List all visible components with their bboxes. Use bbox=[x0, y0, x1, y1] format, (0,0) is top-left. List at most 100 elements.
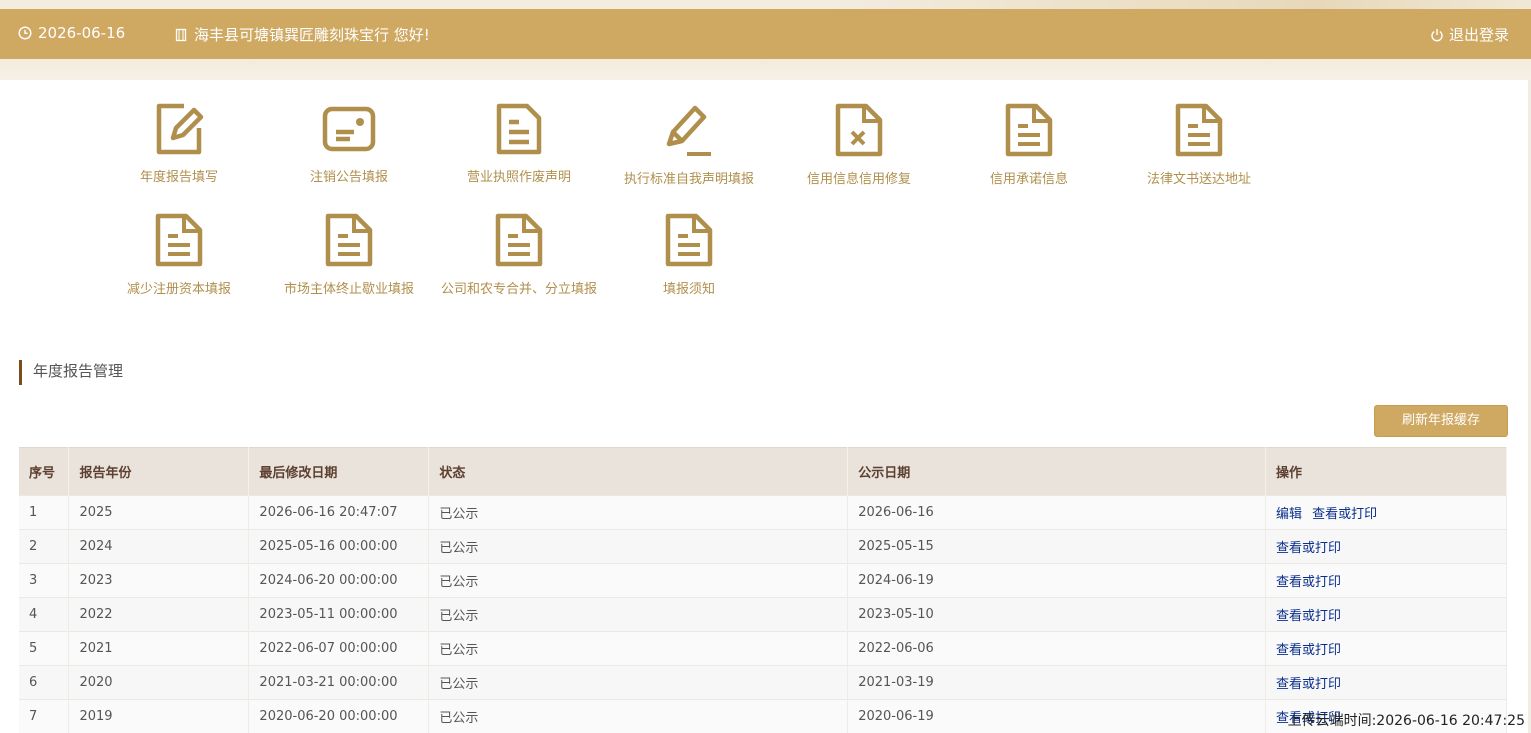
cell-no: 2 bbox=[19, 529, 70, 564]
cell-published: 2021-03-19 bbox=[847, 665, 1267, 700]
top-header-bar: 2026-06-16 海丰县可塘镇巽匠雕刻珠宝行 您好! 退出登录 bbox=[0, 9, 1531, 59]
header-shadow-strip bbox=[0, 59, 1531, 80]
shortcut-label: 减少注册资本填报 bbox=[126, 282, 231, 297]
main-panel: 年度报告填写 注销公告填报 营业执照作废声明 执行标准自我声明填报 信用信息信用… bbox=[0, 80, 1528, 733]
cell-year: 2023 bbox=[68, 563, 250, 598]
clock-icon bbox=[18, 26, 32, 40]
view-print-link[interactable]: 查看或打印 bbox=[1276, 677, 1341, 692]
column-header: 报告年份 bbox=[68, 447, 250, 496]
edit-icon bbox=[94, 102, 264, 156]
shortcut-label: 营业执照作废声明 bbox=[466, 170, 571, 185]
shortcut-label: 执行标准自我声明填报 bbox=[623, 172, 754, 187]
cell-published: 2023-05-10 bbox=[847, 597, 1267, 632]
table-row: 1 2025 2026-06-16 20:47:07 已公示 2026-06-1… bbox=[19, 495, 1507, 530]
cell-published: 2022-06-06 bbox=[847, 631, 1267, 666]
cell-year: 2022 bbox=[68, 597, 250, 632]
cell-actions: 查看或打印 bbox=[1265, 529, 1507, 564]
shortcut-label: 公司和农专合并、分立填报 bbox=[440, 282, 597, 297]
column-header: 序号 bbox=[19, 447, 70, 496]
cell-modified: 2022-06-07 00:00:00 bbox=[248, 631, 430, 666]
document-icon bbox=[434, 102, 604, 156]
document-icon bbox=[1114, 102, 1284, 158]
power-icon bbox=[1430, 28, 1444, 42]
logout-button[interactable]: 退出登录 bbox=[1430, 24, 1509, 45]
column-header: 最后修改日期 bbox=[248, 447, 430, 496]
table-row: 4 2022 2023-05-11 00:00:00 已公示 2023-05-1… bbox=[19, 597, 1507, 632]
document-icon bbox=[434, 212, 604, 268]
shortcut-label: 法律文书送达地址 bbox=[1146, 172, 1251, 187]
annual-report-table: 序号 报告年份 最后修改日期 状态 公示日期 操作 1 2025 2026-06… bbox=[19, 447, 1507, 733]
cell-status: 已公示 bbox=[428, 563, 849, 598]
cell-status: 已公示 bbox=[428, 597, 849, 632]
header-company-greeting: 海丰县可塘镇巽匠雕刻珠宝行 您好! bbox=[194, 26, 430, 44]
cell-year: 2025 bbox=[68, 495, 250, 530]
shortcut-credit-commitment[interactable]: 信用承诺信息 bbox=[944, 102, 1114, 202]
shortcut-standard-declaration[interactable]: 执行标准自我声明填报 bbox=[604, 102, 774, 202]
cell-modified: 2023-05-11 00:00:00 bbox=[248, 597, 430, 632]
shortcut-label: 信用信息信用修复 bbox=[806, 172, 911, 187]
cell-modified: 2026-06-16 20:47:07 bbox=[248, 495, 430, 530]
cell-no: 4 bbox=[19, 597, 70, 632]
section-title: 年度报告管理 bbox=[19, 360, 123, 385]
header-company: 海丰县可塘镇巽匠雕刻珠宝行 您好! bbox=[174, 24, 430, 45]
cell-published: 2025-05-15 bbox=[847, 529, 1267, 564]
shortcut-terminate-business[interactable]: 市场主体终止歇业填报 bbox=[264, 212, 434, 312]
cell-no: 5 bbox=[19, 631, 70, 666]
cell-actions: 查看或打印 bbox=[1265, 597, 1507, 632]
shortcut-label: 填报须知 bbox=[662, 282, 715, 297]
view-print-link[interactable]: 查看或打印 bbox=[1276, 575, 1341, 590]
cell-no: 6 bbox=[19, 665, 70, 700]
document-x-icon bbox=[774, 102, 944, 158]
shortcut-filing-notice[interactable]: 填报须知 bbox=[604, 212, 774, 312]
card-icon bbox=[264, 102, 434, 156]
cell-year: 2020 bbox=[68, 665, 250, 700]
shortcut-merge-split[interactable]: 公司和农专合并、分立填报 bbox=[434, 212, 604, 312]
building-icon bbox=[174, 28, 188, 42]
cell-published: 2020-06-19 bbox=[847, 699, 1267, 733]
shortcut-label: 年度报告填写 bbox=[139, 170, 218, 185]
document-icon bbox=[264, 212, 434, 268]
cell-actions: 查看或打印 bbox=[1265, 665, 1507, 700]
table-row: 2 2024 2025-05-16 00:00:00 已公示 2025-05-1… bbox=[19, 529, 1507, 564]
view-print-link[interactable]: 查看或打印 bbox=[1312, 507, 1377, 522]
cell-year: 2021 bbox=[68, 631, 250, 666]
refresh-cache-button[interactable]: 刷新年报缓存 bbox=[1374, 405, 1508, 437]
table-row: 3 2023 2024-06-20 00:00:00 已公示 2024-06-1… bbox=[19, 563, 1507, 598]
table-row: 7 2019 2020-06-20 00:00:00 已公示 2020-06-1… bbox=[19, 699, 1507, 733]
document-icon bbox=[944, 102, 1114, 158]
view-print-link[interactable]: 查看或打印 bbox=[1276, 541, 1341, 556]
cell-modified: 2021-03-21 00:00:00 bbox=[248, 665, 430, 700]
shortcut-reduce-capital[interactable]: 减少注册资本填报 bbox=[94, 212, 264, 312]
header-decoration bbox=[820, 0, 1531, 9]
document-icon bbox=[604, 212, 774, 268]
view-print-link[interactable]: 查看或打印 bbox=[1276, 609, 1341, 624]
column-header: 状态 bbox=[428, 447, 849, 496]
header-date: 2026-06-16 bbox=[18, 24, 125, 42]
logout-label: 退出登录 bbox=[1448, 26, 1509, 44]
shortcut-annual-report[interactable]: 年度报告填写 bbox=[94, 102, 264, 202]
cell-year: 2019 bbox=[68, 699, 250, 733]
document-icon bbox=[94, 212, 264, 268]
cell-no: 3 bbox=[19, 563, 70, 598]
table-row: 5 2021 2022-06-07 00:00:00 已公示 2022-06-0… bbox=[19, 631, 1507, 666]
cell-modified: 2025-05-16 00:00:00 bbox=[248, 529, 430, 564]
shortcut-license-void[interactable]: 营业执照作废声明 bbox=[434, 102, 604, 202]
column-header: 公示日期 bbox=[847, 447, 1267, 496]
cell-status: 已公示 bbox=[428, 665, 849, 700]
shortcut-legal-address[interactable]: 法律文书送达地址 bbox=[1114, 102, 1284, 202]
shortcut-cancel-notice[interactable]: 注销公告填报 bbox=[264, 102, 434, 202]
cell-status: 已公示 bbox=[428, 699, 849, 733]
edit-link[interactable]: 编辑 bbox=[1276, 507, 1302, 522]
cell-status: 已公示 bbox=[428, 529, 849, 564]
cell-published: 2024-06-19 bbox=[847, 563, 1267, 598]
cell-status: 已公示 bbox=[428, 495, 849, 530]
header-date-text: 2026-06-16 bbox=[38, 24, 126, 42]
shortcut-credit-repair[interactable]: 信用信息信用修复 bbox=[774, 102, 944, 202]
cell-actions: 查看或打印 bbox=[1265, 631, 1507, 666]
table-row: 6 2020 2021-03-21 00:00:00 已公示 2021-03-1… bbox=[19, 665, 1507, 700]
cell-no: 1 bbox=[19, 495, 70, 530]
view-print-link[interactable]: 查看或打印 bbox=[1276, 643, 1341, 658]
upload-time-note: 上传云端时间:2026-06-16 20:47:25 bbox=[1287, 713, 1525, 729]
cell-modified: 2024-06-20 00:00:00 bbox=[248, 563, 430, 598]
pencil-icon bbox=[604, 102, 774, 158]
